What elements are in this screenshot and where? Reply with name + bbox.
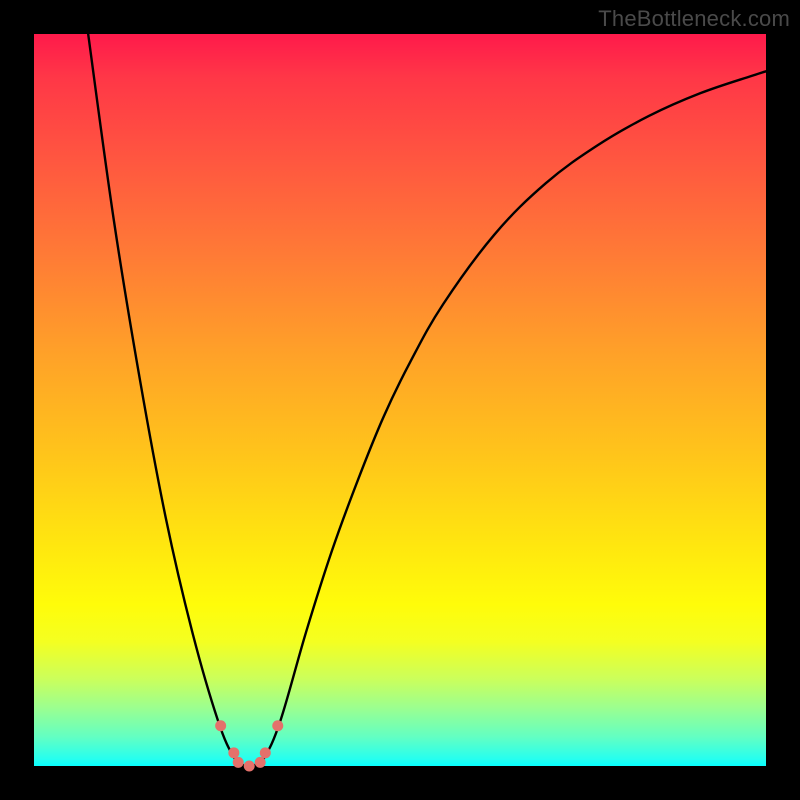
marker-dot-2 — [233, 757, 244, 768]
series-curve-right — [249, 71, 766, 766]
marker-dot-4 — [255, 757, 266, 768]
marker-dot-0 — [215, 720, 226, 731]
chart-frame: TheBottleneck.com — [0, 0, 800, 800]
plot-area — [34, 34, 766, 766]
curve-group — [88, 34, 766, 766]
watermark-text: TheBottleneck.com — [598, 6, 790, 32]
dots-group — [215, 720, 283, 771]
marker-dot-3 — [244, 761, 255, 772]
chart-svg — [34, 34, 766, 766]
marker-dot-6 — [272, 720, 283, 731]
marker-dot-1 — [228, 747, 239, 758]
marker-dot-5 — [260, 747, 271, 758]
series-curve-left — [88, 34, 249, 766]
